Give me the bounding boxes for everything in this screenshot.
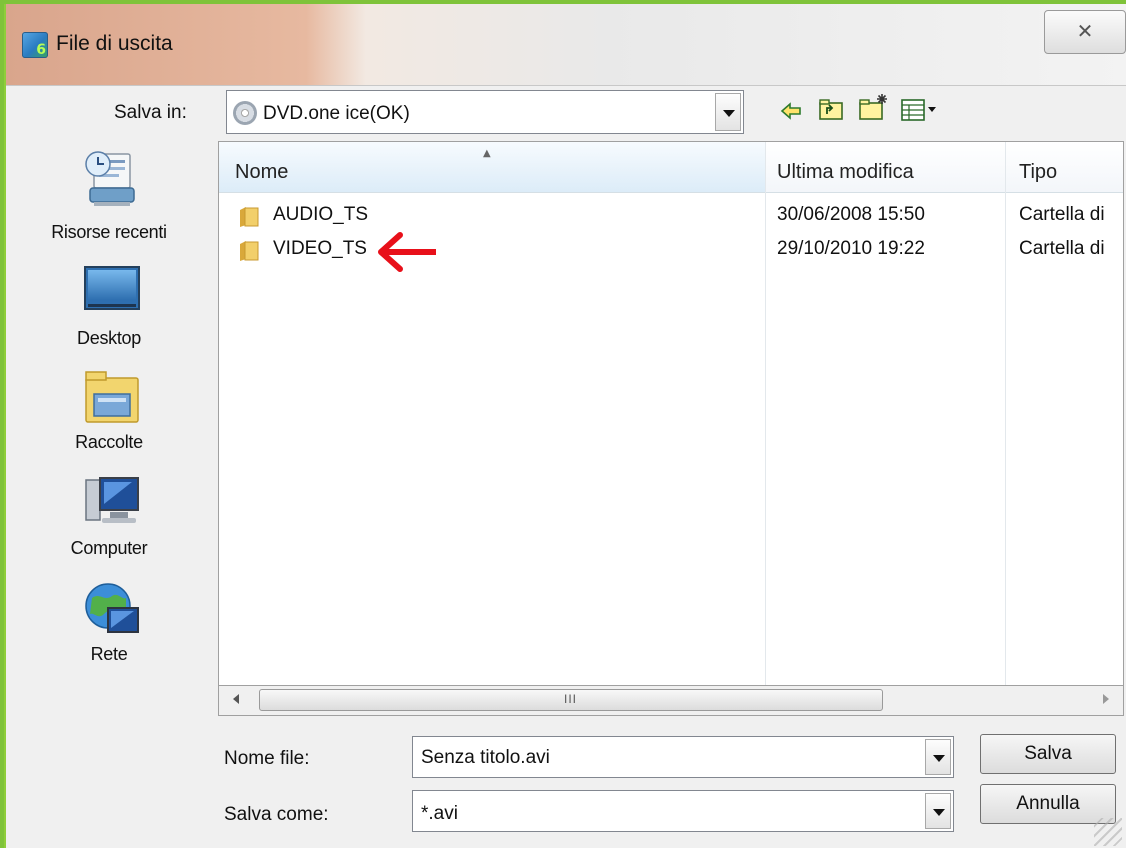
place-desktop-label: Desktop (77, 328, 141, 348)
sort-ascending-icon: ▲ (483, 148, 491, 159)
file-row-audio-ts[interactable]: AUDIO_TS 30/06/2008 15:50 Cartella di (219, 200, 1123, 232)
title-bar: 6 File di uscita ✕ (6, 4, 1126, 86)
file-row-video-ts[interactable]: VIDEO_TS 29/10/2010 19:22 Cartella di (219, 234, 1123, 266)
chevron-down-icon[interactable] (925, 793, 951, 829)
resize-grip-icon[interactable] (1094, 818, 1122, 846)
recent-places-icon (85, 151, 135, 206)
horizontal-scrollbar[interactable]: III (218, 686, 1124, 716)
computer-icon (85, 477, 139, 523)
column-header-modified[interactable]: Ultima modifica (765, 142, 1005, 192)
close-button[interactable]: ✕ (1044, 10, 1126, 54)
network-icon (85, 583, 139, 633)
window-title: File di uscita (56, 32, 173, 55)
save-as-value: *.avi (421, 803, 458, 824)
app-icon: 6 (22, 32, 48, 58)
scroll-grip-label: III (564, 692, 578, 706)
place-computer-label: Computer (70, 538, 148, 558)
dvd-drive-icon (233, 101, 257, 125)
desktop-icon (84, 266, 140, 310)
file-name-value: Senza titolo.avi (421, 747, 550, 768)
view-menu-icon[interactable] (900, 98, 938, 122)
file-list[interactable]: Nome ▲ Ultima modifica Tipo AUDIO_TS 30/… (218, 141, 1124, 686)
chevron-down-icon[interactable] (925, 739, 951, 775)
file-name-input[interactable]: Senza titolo.avi (412, 736, 954, 778)
folder-icon (240, 207, 259, 227)
place-network-label: Rete (90, 644, 128, 664)
save-in-dropdown[interactable]: DVD.one ice(OK) (226, 90, 744, 134)
scroll-left-icon[interactable] (233, 694, 239, 704)
chevron-down-icon[interactable] (715, 93, 741, 131)
new-folder-icon[interactable] (858, 92, 890, 122)
file-name: VIDEO_TS (273, 238, 367, 259)
file-modified: 30/06/2008 15:50 (777, 204, 925, 225)
file-name: AUDIO_TS (273, 204, 369, 225)
scroll-right-icon[interactable] (1103, 694, 1109, 704)
scroll-thumb[interactable]: III (259, 689, 883, 711)
save-as-label: Salva come: (224, 804, 329, 825)
column-header-name[interactable]: Nome (219, 142, 765, 192)
save-dialog: 6 File di uscita ✕ Salva in: DVD.one ice… (4, 4, 1126, 848)
file-modified: 29/10/2010 19:22 (777, 238, 925, 259)
file-type: Cartella di (1019, 204, 1105, 225)
file-type: Cartella di (1019, 238, 1105, 259)
red-arrow-annotation-icon (378, 232, 436, 272)
list-header: Nome ▲ Ultima modifica Tipo (219, 142, 1123, 193)
places-bar: Risorse recenti Desktop Raccolte Compute… (6, 144, 212, 704)
save-button[interactable]: Salva (980, 734, 1116, 774)
place-recent-label: Risorse recenti (51, 222, 167, 242)
file-name-label: Nome file: (224, 748, 310, 769)
folder-icon (240, 241, 259, 261)
back-icon[interactable] (780, 100, 802, 122)
place-libraries-label: Raccolte (75, 432, 143, 452)
column-header-type[interactable]: Tipo (1005, 142, 1123, 192)
save-in-label: Salva in: (114, 102, 187, 123)
libraries-icon (85, 371, 139, 423)
save-as-type-dropdown[interactable]: *.avi (412, 790, 954, 832)
save-in-value: DVD.one ice(OK) (263, 103, 410, 124)
up-folder-icon[interactable] (818, 98, 844, 122)
